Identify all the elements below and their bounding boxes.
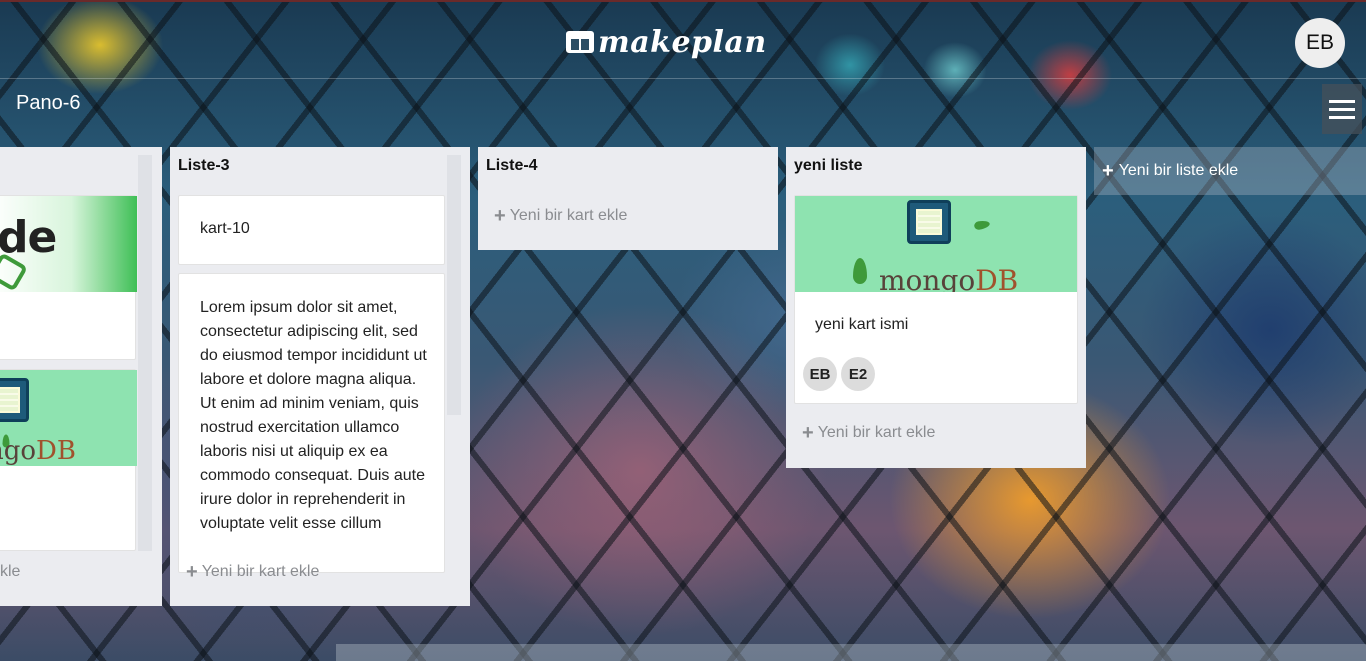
add-card-button[interactable]: + Yeni bir kart ekle <box>494 205 627 227</box>
plus-icon: + <box>494 205 506 227</box>
card-yeni-kart[interactable]: mongoDB yeni kart ismi EB E2 <box>794 195 1078 404</box>
plus-icon: + <box>802 422 814 444</box>
list-title[interactable]: Liste-3 <box>178 157 230 175</box>
user-avatar[interactable]: EB <box>1295 18 1345 68</box>
card-mongo-cover[interactable]: ngoDB <box>0 369 137 551</box>
card-lorem[interactable]: Lorem ipsum dolor sit amet, consectetur … <box>178 273 445 573</box>
leaf-icon <box>853 258 867 284</box>
list-title[interactable]: yeni liste <box>794 157 862 175</box>
chip-icon <box>0 378 29 422</box>
add-card-button[interactable]: + Yeni bir kart ekle <box>802 422 935 444</box>
member-avatar[interactable]: E2 <box>841 357 875 391</box>
card-title: yeni kart ismi <box>815 316 909 333</box>
card-node-cover[interactable]: de <box>0 195 137 360</box>
board-logo-icon <box>566 31 594 53</box>
list-yeni-liste: yeni liste mongoDB yeni kart ismi EB E2 … <box>786 147 1086 468</box>
card-cover-image: ngoDB <box>0 370 137 466</box>
brand-name: makeplan <box>598 24 767 60</box>
menu-button[interactable] <box>1322 84 1362 134</box>
card-cover-image: mongoDB <box>795 196 1077 292</box>
add-card-button[interactable]: + Yeni bir kart ekle <box>186 561 319 583</box>
list-title[interactable]: Liste-4 <box>486 157 538 175</box>
top-bar: makeplan EB <box>0 0 1366 79</box>
list-partial: de ngoDB kle <box>0 147 162 606</box>
card-title: kart-10 <box>200 220 250 237</box>
list-liste-4: Liste-4 + Yeni bir kart ekle <box>478 147 778 250</box>
add-list-button[interactable]: + Yeni bir liste ekle <box>1094 147 1366 195</box>
card-kart-10[interactable]: kart-10 <box>178 195 445 265</box>
app-logo[interactable]: makeplan <box>566 20 767 64</box>
list-scrollbar[interactable] <box>138 155 152 551</box>
mongo-logo-text: mongoDB <box>879 264 1019 292</box>
hamburger-icon <box>1329 99 1355 103</box>
leaf-icon <box>973 219 991 231</box>
list-liste-3: Liste-3 kart-10 Lorem ipsum dolor sit am… <box>170 147 470 606</box>
plus-icon: + <box>186 561 198 583</box>
card-cover-image: de <box>0 196 137 292</box>
board-horizontal-scrollbar[interactable] <box>336 644 1366 661</box>
board-title[interactable]: Pano-6 <box>16 92 81 115</box>
card-title: Lorem ipsum dolor sit amet, consectetur … <box>200 299 427 532</box>
chip-icon <box>907 200 951 244</box>
plus-icon: + <box>1102 160 1114 182</box>
mongo-logo-text: ngoDB <box>0 436 76 466</box>
list-scrollbar[interactable] <box>447 155 461 415</box>
member-avatar[interactable]: EB <box>803 357 837 391</box>
add-card-button[interactable]: kle <box>0 563 20 581</box>
